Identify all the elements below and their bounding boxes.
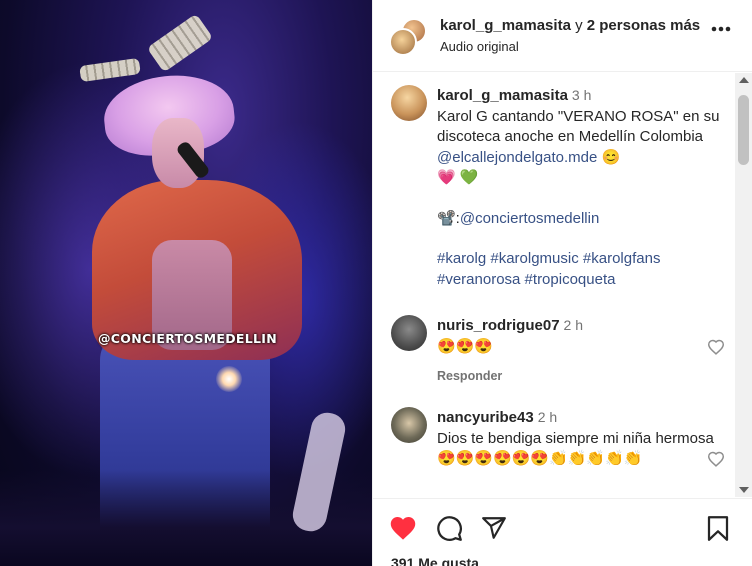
caption-username[interactable]: karol_g_mamasita	[437, 87, 568, 104]
avatar-author	[389, 28, 417, 56]
scroll-down-arrow-icon[interactable]	[739, 487, 749, 493]
caption-hashtags-1[interactable]: #karolg #karolgmusic #karolgfans	[437, 249, 721, 270]
send-paper-plane-icon	[482, 517, 506, 539]
spotlight	[216, 366, 242, 392]
caption-text: Karol G cantando "VERANO ROSA" en su dis…	[437, 107, 721, 169]
more-options-button[interactable]	[711, 26, 731, 32]
credit-prefix: 📽️:	[437, 209, 460, 227]
more-horizontal-icon	[711, 26, 731, 32]
comment-username[interactable]: nancyuribe43	[437, 409, 534, 426]
comment-body: nancyuribe43 2 h Dios te bendiga siempre …	[437, 407, 721, 470]
post-details-panel: karol_g_mamasita y 2 personas más Audio …	[372, 0, 752, 566]
caption-hashtags-2[interactable]: #veranorosa #tropicoqueta	[437, 270, 721, 291]
comment-like-button[interactable]	[707, 339, 725, 355]
comment-text: Dios te bendiga siempre mi niña hermosa …	[437, 429, 718, 468]
header-others-link[interactable]: 2 personas más	[587, 17, 700, 34]
credit-mention[interactable]: @conciertosmedellin	[460, 210, 599, 227]
share-button[interactable]	[481, 515, 509, 543]
caption-mention[interactable]: @elcallejondelgato.mde	[437, 149, 597, 166]
comment-item: nancyuribe43 2 h Dios te bendiga siempre …	[391, 407, 731, 497]
caption-body: karol_g_mamasita 3 h Karol G cantando "VE…	[437, 85, 721, 290]
post-media[interactable]: @CONCIERTOSMEDELLIN	[0, 0, 372, 566]
header-connector: y	[570, 17, 587, 34]
post-header: karol_g_mamasita y 2 personas más Audio …	[373, 0, 752, 72]
scroll-thumb[interactable]	[738, 95, 749, 165]
comment-time[interactable]: 2 h	[538, 409, 557, 425]
comment-username[interactable]: nuris_rodrigue07	[437, 317, 560, 334]
reply-button[interactable]: Responder	[437, 366, 721, 387]
comments-scrollbar[interactable]	[735, 73, 752, 497]
caption-hearts: 💗 💚	[437, 169, 479, 186]
save-button[interactable]	[706, 515, 734, 543]
comment-bubble-icon	[437, 516, 462, 541]
video-watermark: @CONCIERTOSMEDELLIN	[98, 331, 277, 346]
heart-outline-icon	[707, 339, 725, 355]
header-text: karol_g_mamasita y 2 personas más Audio …	[440, 17, 700, 54]
comment-button[interactable]	[436, 515, 464, 543]
comment-like-button[interactable]	[707, 451, 725, 467]
likes-count[interactable]: 391 Me gusta	[391, 555, 479, 566]
like-button[interactable]	[389, 515, 417, 543]
bookmark-icon	[707, 516, 729, 541]
action-bar: 391 Me gusta	[373, 498, 752, 566]
comment-body: nuris_rodrigue07 2 h 😍😍😍 Responder	[437, 315, 721, 387]
heart-outline-icon	[707, 451, 725, 467]
caption-text-main: Karol G cantando "VERANO ROSA" en su dis…	[437, 107, 724, 146]
header-authors: karol_g_mamasita y 2 personas más	[440, 17, 700, 34]
caption-item: karol_g_mamasita 3 h Karol G cantando "VE…	[391, 85, 731, 295]
avatar[interactable]	[391, 315, 427, 351]
collab-avatars[interactable]	[389, 18, 427, 56]
avatar[interactable]	[391, 407, 427, 443]
comment-text: 😍😍😍	[437, 337, 494, 355]
heart-filled-icon	[390, 517, 416, 540]
comments-list[interactable]: karol_g_mamasita 3 h Karol G cantando "VE…	[373, 73, 735, 497]
comment-item: nuris_rodrigue07 2 h 😍😍😍 Responder	[391, 315, 731, 385]
caption-emoji: 😊	[597, 148, 621, 166]
caption-credit: 📽️:@conciertosmedellin	[437, 209, 721, 230]
avatar[interactable]	[391, 85, 427, 121]
scroll-up-arrow-icon[interactable]	[739, 77, 749, 83]
audio-link[interactable]: Audio original	[440, 39, 700, 54]
comment-time[interactable]: 2 h	[564, 317, 583, 333]
caption-time[interactable]: 3 h	[572, 87, 591, 103]
header-username[interactable]: karol_g_mamasita	[440, 17, 571, 34]
